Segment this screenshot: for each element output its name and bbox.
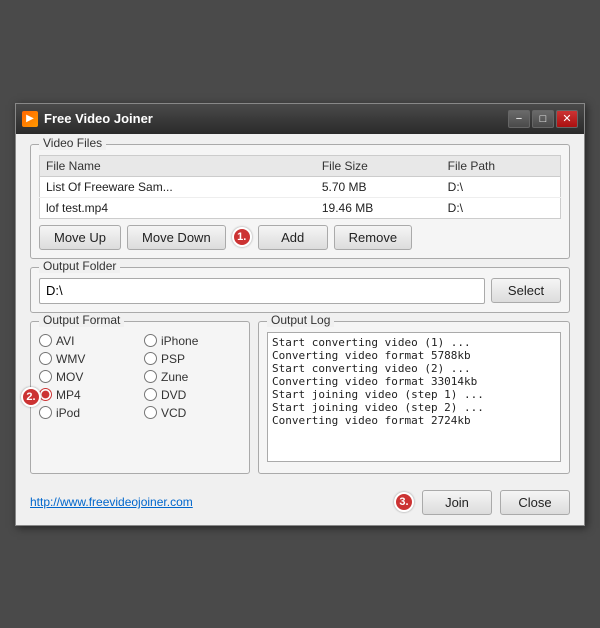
table-row[interactable]: List Of Freeware Sam...5.70 MBD:\ (40, 176, 561, 197)
window-title: Free Video Joiner (44, 111, 153, 126)
footer-buttons: 3. Join Close (394, 490, 570, 515)
move-up-button[interactable]: Move Up (39, 225, 121, 250)
add-button[interactable]: Add (258, 225, 328, 250)
step3-badge: 3. (394, 492, 414, 512)
format-option-mp4[interactable]: MP4 (39, 388, 136, 402)
title-buttons: − □ ✕ (508, 110, 578, 128)
maximize-button[interactable]: □ (532, 110, 554, 128)
output-folder-group: Output Folder Select (30, 267, 570, 313)
format-option-wmv[interactable]: WMV (39, 352, 136, 366)
video-files-group: Video Files File Name File Size File Pat… (30, 144, 570, 259)
output-log-label: Output Log (267, 313, 334, 327)
output-folder-label: Output Folder (39, 259, 120, 273)
website-link[interactable]: http://www.freevideojoiner.com (30, 495, 193, 509)
video-files-label: Video Files (39, 136, 106, 150)
folder-path-input[interactable] (39, 278, 485, 304)
step2-badge: 2. (21, 387, 41, 407)
minimize-button[interactable]: − (508, 110, 530, 128)
footer-row: http://www.freevideojoiner.com 3. Join C… (16, 484, 584, 525)
output-format-group: Output Format AVIWMVMOVMP4iPodiPhonePSPZ… (30, 321, 250, 474)
output-format-label: Output Format (39, 313, 124, 327)
select-folder-button[interactable]: Select (491, 278, 561, 303)
format-grid: AVI WMV MOV MP4 iPod iPhone PSP Zune DVD VCD (39, 334, 241, 420)
format-option-psp[interactable]: PSP (144, 352, 241, 366)
main-window: ▶ Free Video Joiner − □ ✕ Video Files Fi… (15, 103, 585, 526)
output-log-group: Output Log (258, 321, 570, 474)
move-down-button[interactable]: Move Down (127, 225, 226, 250)
close-button[interactable]: Close (500, 490, 570, 515)
main-content: Video Files File Name File Size File Pat… (16, 134, 584, 484)
format-option-zune[interactable]: Zune (144, 370, 241, 384)
col-filesize: File Size (316, 155, 442, 176)
app-icon: ▶ (22, 111, 38, 127)
title-bar: ▶ Free Video Joiner − □ ✕ (16, 104, 584, 134)
remove-button[interactable]: Remove (334, 225, 412, 250)
bottom-row: Output Format AVIWMVMOVMP4iPodiPhonePSPZ… (30, 321, 570, 474)
file-table: File Name File Size File Path List Of Fr… (39, 155, 561, 219)
join-button[interactable]: Join (422, 490, 492, 515)
step1-badge: 1. (232, 227, 252, 247)
format-option-dvd[interactable]: DVD (144, 388, 241, 402)
format-option-iphone[interactable]: iPhone (144, 334, 241, 348)
format-option-avi[interactable]: AVI (39, 334, 136, 348)
output-folder-row: Select (39, 278, 561, 304)
format-option-ipod[interactable]: iPod (39, 406, 136, 420)
title-bar-left: ▶ Free Video Joiner (22, 111, 153, 127)
format-option-vcd[interactable]: VCD (144, 406, 241, 420)
output-log-textarea[interactable] (267, 332, 561, 462)
close-window-button[interactable]: ✕ (556, 110, 578, 128)
col-filename: File Name (40, 155, 316, 176)
col-filepath: File Path (442, 155, 561, 176)
file-buttons-row: Move Up Move Down 1. Add Remove (39, 225, 561, 250)
table-row[interactable]: lof test.mp419.46 MBD:\ (40, 197, 561, 218)
format-option-mov[interactable]: MOV (39, 370, 136, 384)
